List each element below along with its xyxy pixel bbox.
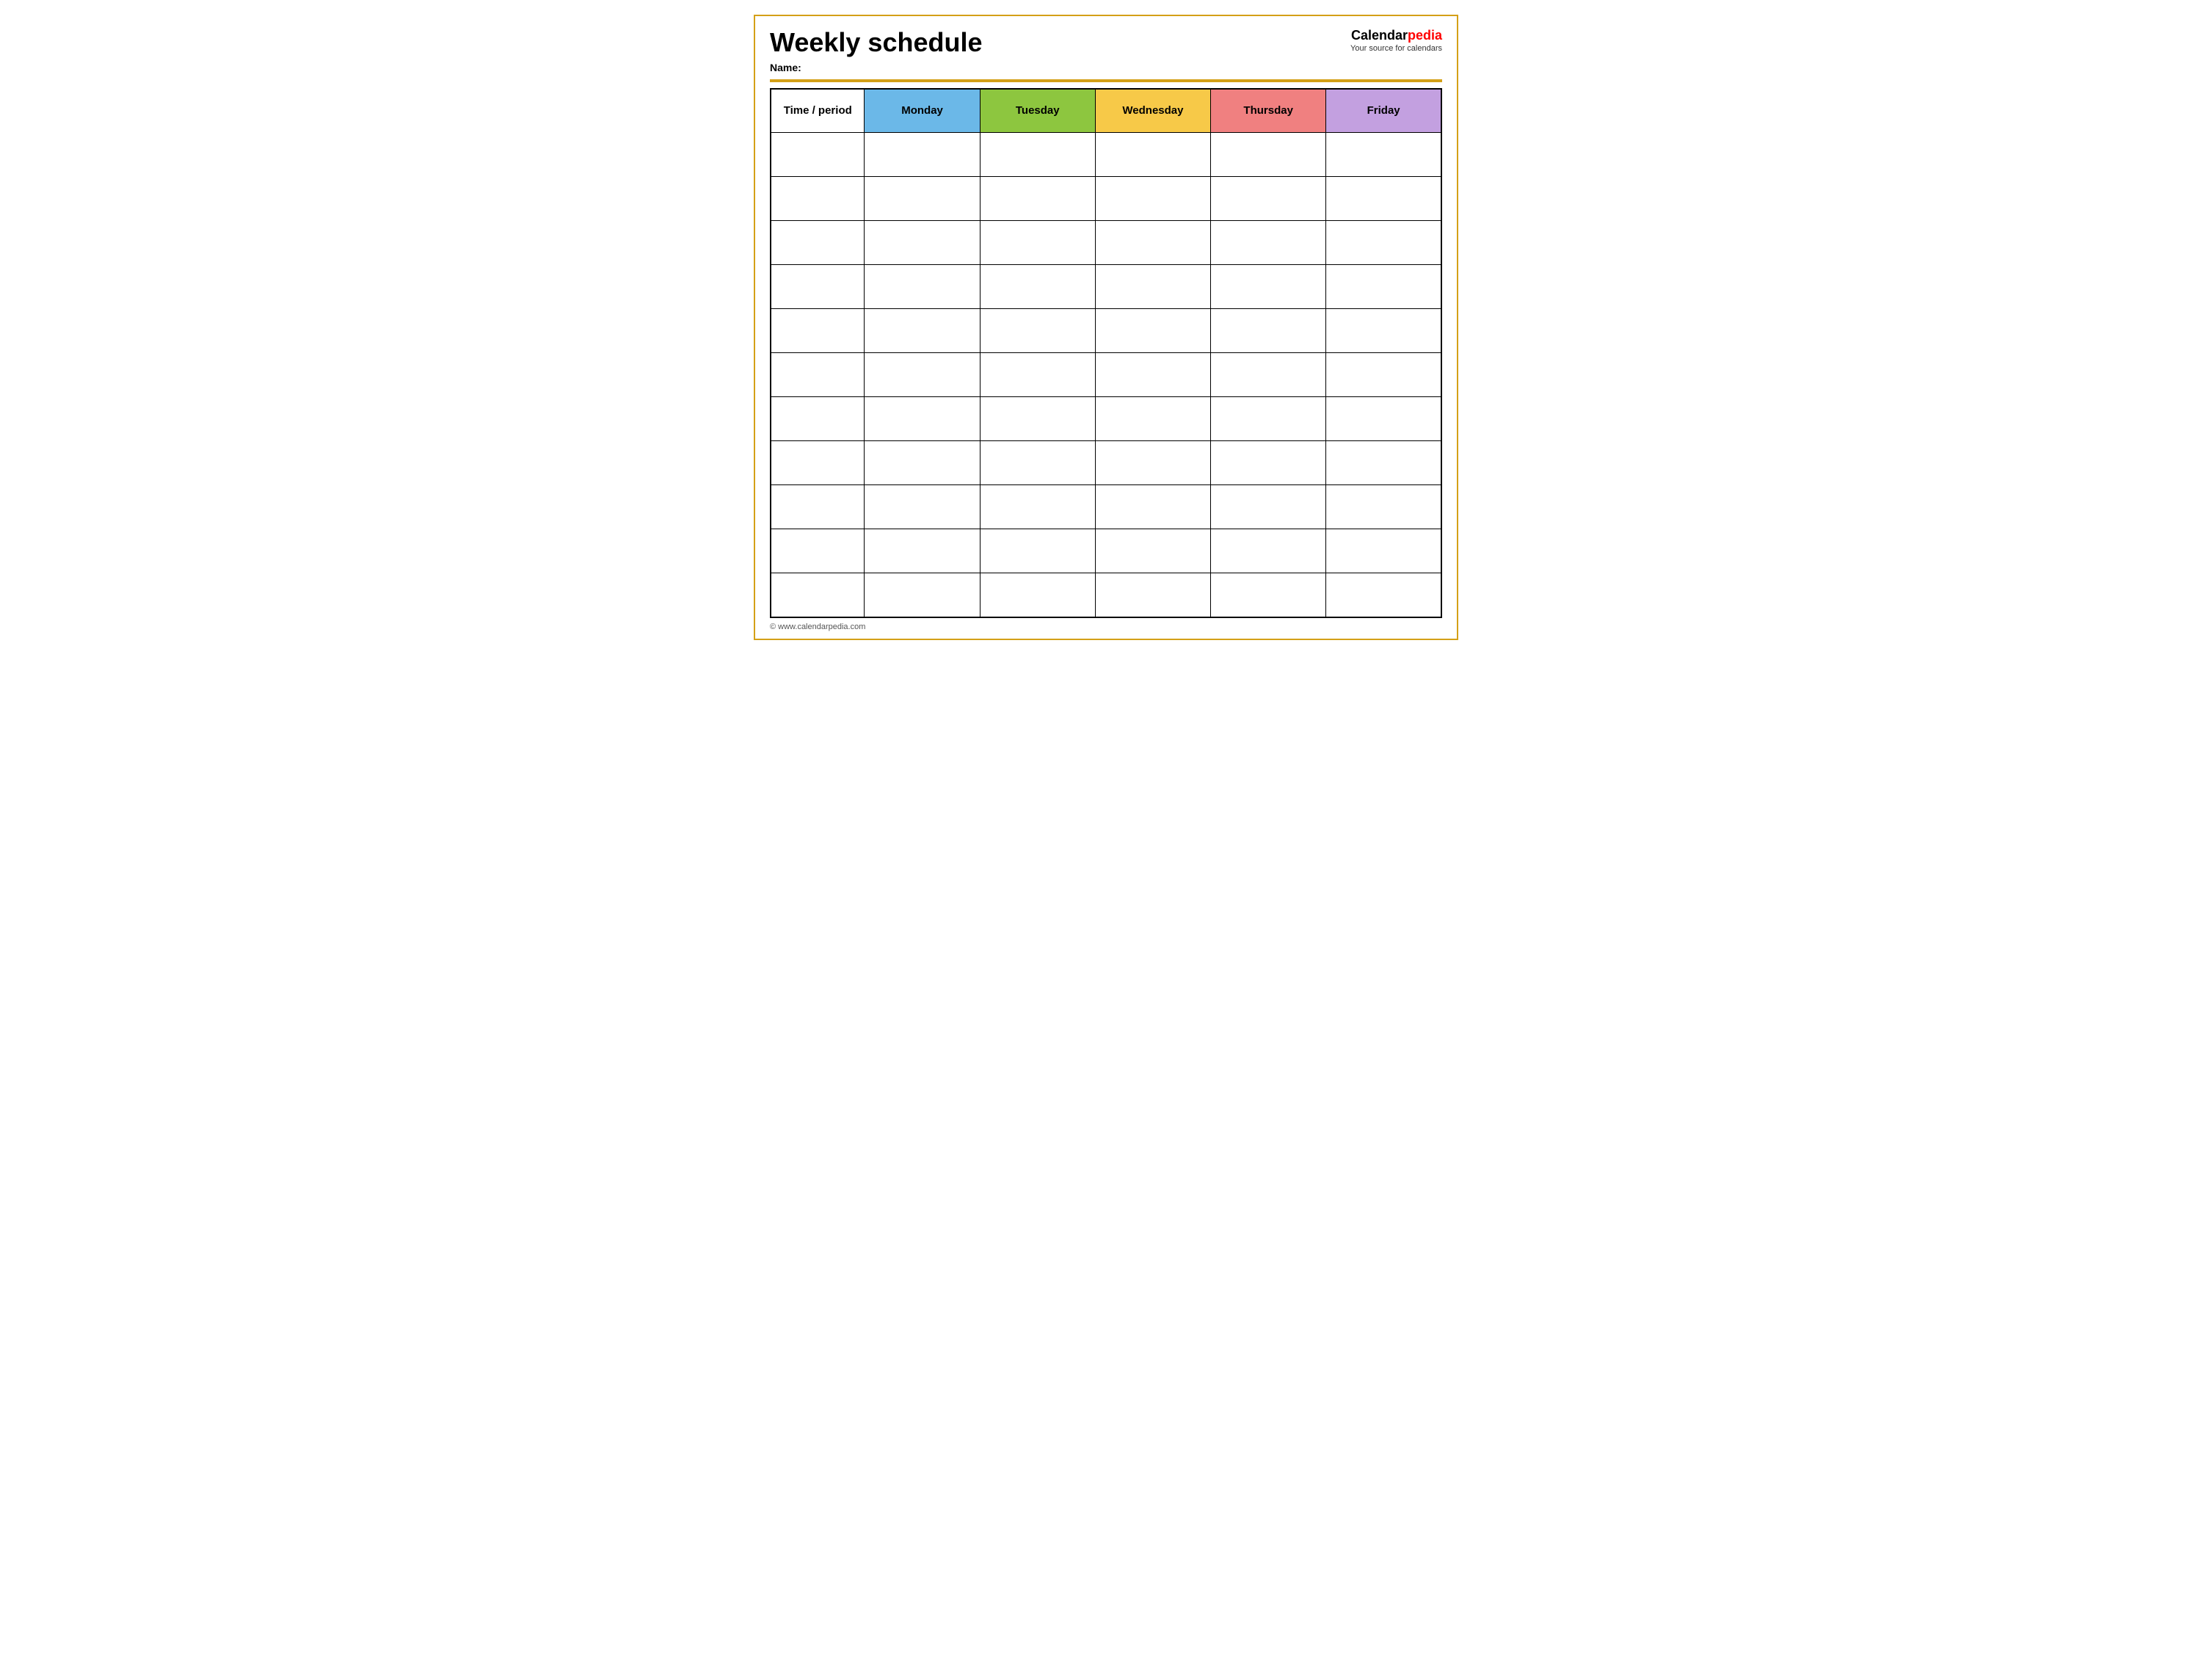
table-row bbox=[771, 221, 1441, 265]
schedule-cell[interactable] bbox=[1095, 397, 1210, 441]
table-row bbox=[771, 353, 1441, 397]
table-row bbox=[771, 133, 1441, 177]
time-cell[interactable] bbox=[771, 573, 865, 617]
col-header-tuesday: Tuesday bbox=[980, 89, 1095, 133]
header-area: Weekly schedule Name: Calendarpedia Your… bbox=[770, 28, 1442, 73]
time-cell[interactable] bbox=[771, 485, 865, 529]
schedule-cell[interactable] bbox=[865, 397, 980, 441]
schedule-cell[interactable] bbox=[865, 529, 980, 573]
logo-brand: Calendar bbox=[1351, 28, 1408, 43]
schedule-cell[interactable] bbox=[980, 573, 1095, 617]
schedule-cell[interactable] bbox=[1326, 221, 1441, 265]
schedule-cell[interactable] bbox=[980, 133, 1095, 177]
time-cell[interactable] bbox=[771, 441, 865, 485]
schedule-cell[interactable] bbox=[1211, 353, 1326, 397]
name-label: Name: bbox=[770, 62, 982, 73]
table-row bbox=[771, 265, 1441, 309]
time-cell[interactable] bbox=[771, 529, 865, 573]
col-header-friday: Friday bbox=[1326, 89, 1441, 133]
schedule-cell[interactable] bbox=[865, 485, 980, 529]
schedule-cell[interactable] bbox=[1095, 133, 1210, 177]
time-cell[interactable] bbox=[771, 221, 865, 265]
time-cell[interactable] bbox=[771, 397, 865, 441]
schedule-cell[interactable] bbox=[1211, 177, 1326, 221]
table-row bbox=[771, 573, 1441, 617]
schedule-cell[interactable] bbox=[1211, 573, 1326, 617]
title-section: Weekly schedule Name: bbox=[770, 28, 982, 73]
logo-pedia: pedia bbox=[1408, 28, 1442, 43]
schedule-cell[interactable] bbox=[1095, 529, 1210, 573]
schedule-cell[interactable] bbox=[980, 265, 1095, 309]
schedule-cell[interactable] bbox=[865, 573, 980, 617]
schedule-cell[interactable] bbox=[865, 309, 980, 353]
schedule-table: Time / period Monday Tuesday Wednesday T… bbox=[770, 88, 1442, 618]
time-cell[interactable] bbox=[771, 133, 865, 177]
schedule-cell[interactable] bbox=[1211, 397, 1326, 441]
schedule-cell[interactable] bbox=[1095, 353, 1210, 397]
schedule-cell[interactable] bbox=[980, 177, 1095, 221]
schedule-cell[interactable] bbox=[1211, 529, 1326, 573]
schedule-cell[interactable] bbox=[1211, 133, 1326, 177]
schedule-cell[interactable] bbox=[1211, 309, 1326, 353]
schedule-cell[interactable] bbox=[1326, 529, 1441, 573]
schedule-cell[interactable] bbox=[980, 485, 1095, 529]
table-row bbox=[771, 529, 1441, 573]
logo-tagline: Your source for calendars bbox=[1350, 44, 1442, 53]
schedule-cell[interactable] bbox=[865, 177, 980, 221]
schedule-cell[interactable] bbox=[1326, 441, 1441, 485]
table-row bbox=[771, 441, 1441, 485]
page-wrapper: Weekly schedule Name: Calendarpedia Your… bbox=[754, 15, 1458, 640]
col-header-monday: Monday bbox=[865, 89, 980, 133]
schedule-cell[interactable] bbox=[1095, 309, 1210, 353]
schedule-cell[interactable] bbox=[1095, 485, 1210, 529]
schedule-cell[interactable] bbox=[980, 309, 1095, 353]
table-header-row: Time / period Monday Tuesday Wednesday T… bbox=[771, 89, 1441, 133]
footer-url: © www.calendarpedia.com bbox=[770, 622, 1442, 631]
schedule-cell[interactable] bbox=[980, 441, 1095, 485]
schedule-cell[interactable] bbox=[1326, 265, 1441, 309]
col-header-time: Time / period bbox=[771, 89, 865, 133]
schedule-cell[interactable] bbox=[980, 529, 1095, 573]
schedule-cell[interactable] bbox=[1326, 485, 1441, 529]
schedule-cell[interactable] bbox=[865, 265, 980, 309]
schedule-cell[interactable] bbox=[865, 353, 980, 397]
schedule-cell[interactable] bbox=[1326, 309, 1441, 353]
time-cell[interactable] bbox=[771, 309, 865, 353]
schedule-cell[interactable] bbox=[1211, 485, 1326, 529]
col-header-thursday: Thursday bbox=[1211, 89, 1326, 133]
schedule-cell[interactable] bbox=[980, 353, 1095, 397]
schedule-cell[interactable] bbox=[1326, 397, 1441, 441]
table-row bbox=[771, 177, 1441, 221]
logo-section: Calendarpedia Your source for calendars bbox=[1350, 28, 1442, 53]
schedule-cell[interactable] bbox=[1095, 573, 1210, 617]
schedule-cell[interactable] bbox=[980, 397, 1095, 441]
schedule-cell[interactable] bbox=[1095, 221, 1210, 265]
time-cell[interactable] bbox=[771, 353, 865, 397]
schedule-cell[interactable] bbox=[865, 133, 980, 177]
schedule-cell[interactable] bbox=[1211, 265, 1326, 309]
table-row bbox=[771, 397, 1441, 441]
schedule-cell[interactable] bbox=[865, 441, 980, 485]
schedule-cell[interactable] bbox=[1211, 441, 1326, 485]
time-cell[interactable] bbox=[771, 265, 865, 309]
schedule-cell[interactable] bbox=[1326, 133, 1441, 177]
schedule-cell[interactable] bbox=[1326, 177, 1441, 221]
schedule-cell[interactable] bbox=[1095, 177, 1210, 221]
time-cell[interactable] bbox=[771, 177, 865, 221]
schedule-cell[interactable] bbox=[1326, 353, 1441, 397]
schedule-cell[interactable] bbox=[865, 221, 980, 265]
schedule-cell[interactable] bbox=[1095, 441, 1210, 485]
table-row bbox=[771, 485, 1441, 529]
schedule-cell[interactable] bbox=[1095, 265, 1210, 309]
table-row bbox=[771, 309, 1441, 353]
schedule-cell[interactable] bbox=[1326, 573, 1441, 617]
schedule-cell[interactable] bbox=[1211, 221, 1326, 265]
col-header-wednesday: Wednesday bbox=[1095, 89, 1210, 133]
divider bbox=[770, 79, 1442, 82]
logo-text: Calendarpedia bbox=[1350, 28, 1442, 44]
page-title: Weekly schedule bbox=[770, 28, 982, 57]
schedule-cell[interactable] bbox=[980, 221, 1095, 265]
